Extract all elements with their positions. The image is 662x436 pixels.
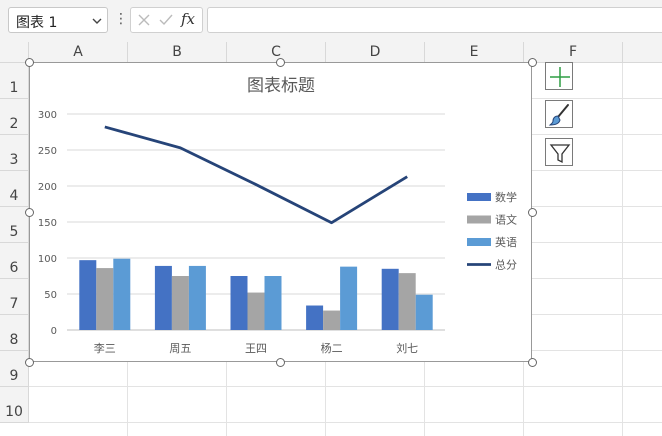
bar-语文-王四 bbox=[247, 292, 265, 330]
insert-function-icon[interactable]: fx bbox=[181, 10, 195, 28]
line-series-总分 bbox=[104, 125, 408, 225]
row-number: 1 bbox=[9, 80, 19, 96]
formula-action-buttons: fx bbox=[130, 7, 203, 33]
y-tick-label: 150 bbox=[38, 218, 57, 229]
bar-英语-周五 bbox=[188, 265, 206, 330]
row-number: 5 bbox=[9, 224, 19, 240]
resize-handle[interactable] bbox=[275, 357, 285, 367]
name-box-value: 图表 1 bbox=[16, 15, 58, 31]
bar-语文-李三 bbox=[96, 268, 114, 330]
legend-label: 总分 bbox=[495, 258, 517, 272]
chart-elements-button[interactable] bbox=[545, 62, 573, 90]
column-header-d[interactable]: D bbox=[326, 42, 425, 63]
bar-语文-刘七 bbox=[398, 273, 416, 330]
bar-语文-周五 bbox=[171, 276, 189, 330]
resize-handle[interactable] bbox=[527, 57, 537, 67]
row-number: 6 bbox=[9, 260, 19, 276]
x-tick-label: 杨二 bbox=[321, 341, 343, 355]
row-number: 9 bbox=[9, 368, 19, 384]
row-number: 2 bbox=[9, 116, 19, 132]
chart-filters-button[interactable] bbox=[545, 138, 573, 166]
legend-label: 数学 bbox=[495, 190, 517, 204]
chart-title: 图表标题 bbox=[247, 76, 315, 96]
y-tick-label: 250 bbox=[38, 146, 57, 157]
resize-handle[interactable] bbox=[24, 207, 34, 217]
bar-数学-周五 bbox=[154, 265, 172, 330]
y-tick-label: 200 bbox=[38, 182, 57, 193]
chart-canvas: 图表标题 0 50 100 150 200 250 300 李三 周五 王四 杨二 刘七 数学语文英语总分 bbox=[38, 76, 517, 355]
legend-label: 英语 bbox=[495, 235, 517, 249]
bar-数学-李三 bbox=[79, 260, 97, 330]
row-number: 10 bbox=[5, 404, 23, 420]
resize-handle[interactable] bbox=[24, 57, 34, 67]
x-tick-label: 周五 bbox=[169, 342, 191, 355]
column-header-b[interactable]: B bbox=[128, 42, 227, 63]
funnel-filter-icon bbox=[549, 144, 571, 164]
bar-英语-李三 bbox=[113, 258, 131, 330]
chart-styles-button[interactable] bbox=[545, 100, 573, 128]
resize-handle[interactable] bbox=[24, 357, 34, 367]
bar-英语-杨二 bbox=[340, 266, 358, 330]
row-header-9[interactable]: 9 bbox=[0, 351, 29, 387]
row-number: 7 bbox=[9, 296, 19, 312]
row-header-8[interactable]: 8 bbox=[0, 315, 29, 351]
chart-object[interactable]: 图表标题 0 50 100 150 200 250 300 李三 周五 王四 杨二 刘七 数学语文英语总分 bbox=[29, 62, 532, 362]
legend-swatch-数学 bbox=[467, 193, 491, 201]
legend-label: 语文 bbox=[495, 213, 517, 227]
bar-英语-王四 bbox=[264, 276, 282, 330]
row-header-6[interactable]: 6 bbox=[0, 243, 29, 279]
chevron-down-icon[interactable] bbox=[92, 17, 102, 25]
row-header-2[interactable]: 2 bbox=[0, 99, 29, 135]
column-header-partial[interactable] bbox=[623, 42, 662, 63]
formula-input[interactable] bbox=[207, 7, 662, 33]
paintbrush-icon bbox=[548, 104, 569, 126]
resize-handle[interactable] bbox=[527, 357, 537, 367]
bar-英语-刘七 bbox=[415, 294, 433, 330]
column-header-a[interactable]: A bbox=[29, 42, 128, 63]
x-tick-label: 王四 bbox=[245, 342, 267, 355]
plus-icon bbox=[550, 67, 570, 87]
grid-row-line bbox=[29, 422, 662, 423]
row-header-7[interactable]: 7 bbox=[0, 279, 29, 315]
y-tick-label: 0 bbox=[51, 326, 57, 337]
row-header-4[interactable]: 4 bbox=[0, 171, 29, 207]
bar-数学-王四 bbox=[230, 276, 248, 330]
grid-column-line bbox=[622, 63, 623, 436]
more-vertical-icon[interactable]: ⋮ bbox=[114, 9, 128, 29]
y-tick-label: 300 bbox=[38, 110, 57, 121]
y-tick-label: 50 bbox=[44, 290, 57, 301]
legend-swatch-语文 bbox=[467, 215, 491, 224]
column-header-f[interactable]: F bbox=[524, 42, 623, 63]
x-tick-label: 刘七 bbox=[396, 342, 418, 355]
resize-handle[interactable] bbox=[527, 207, 537, 217]
check-icon[interactable] bbox=[158, 12, 174, 28]
x-tick-label: 李三 bbox=[94, 341, 116, 355]
name-box[interactable]: 图表 1 bbox=[8, 7, 108, 33]
bar-语文-杨二 bbox=[323, 310, 341, 330]
y-tick-label: 100 bbox=[38, 254, 57, 265]
resize-handle[interactable] bbox=[275, 57, 285, 67]
bar-数学-杨二 bbox=[306, 305, 324, 330]
row-number: 3 bbox=[9, 152, 19, 168]
row-number: 8 bbox=[9, 332, 19, 348]
row-header-1[interactable]: 1 bbox=[0, 63, 29, 99]
row-header-3[interactable]: 3 bbox=[0, 135, 29, 171]
cancel-x-icon[interactable] bbox=[136, 12, 152, 28]
grid-row-line bbox=[29, 386, 662, 387]
row-header-10[interactable]: 10 bbox=[0, 387, 29, 423]
formula-bar: 图表 1 ⋮ fx bbox=[0, 0, 662, 42]
legend-swatch-英语 bbox=[467, 238, 491, 246]
bar-数学-刘七 bbox=[381, 268, 399, 330]
column-header-e[interactable]: E bbox=[425, 42, 524, 63]
row-number: 4 bbox=[9, 188, 19, 204]
